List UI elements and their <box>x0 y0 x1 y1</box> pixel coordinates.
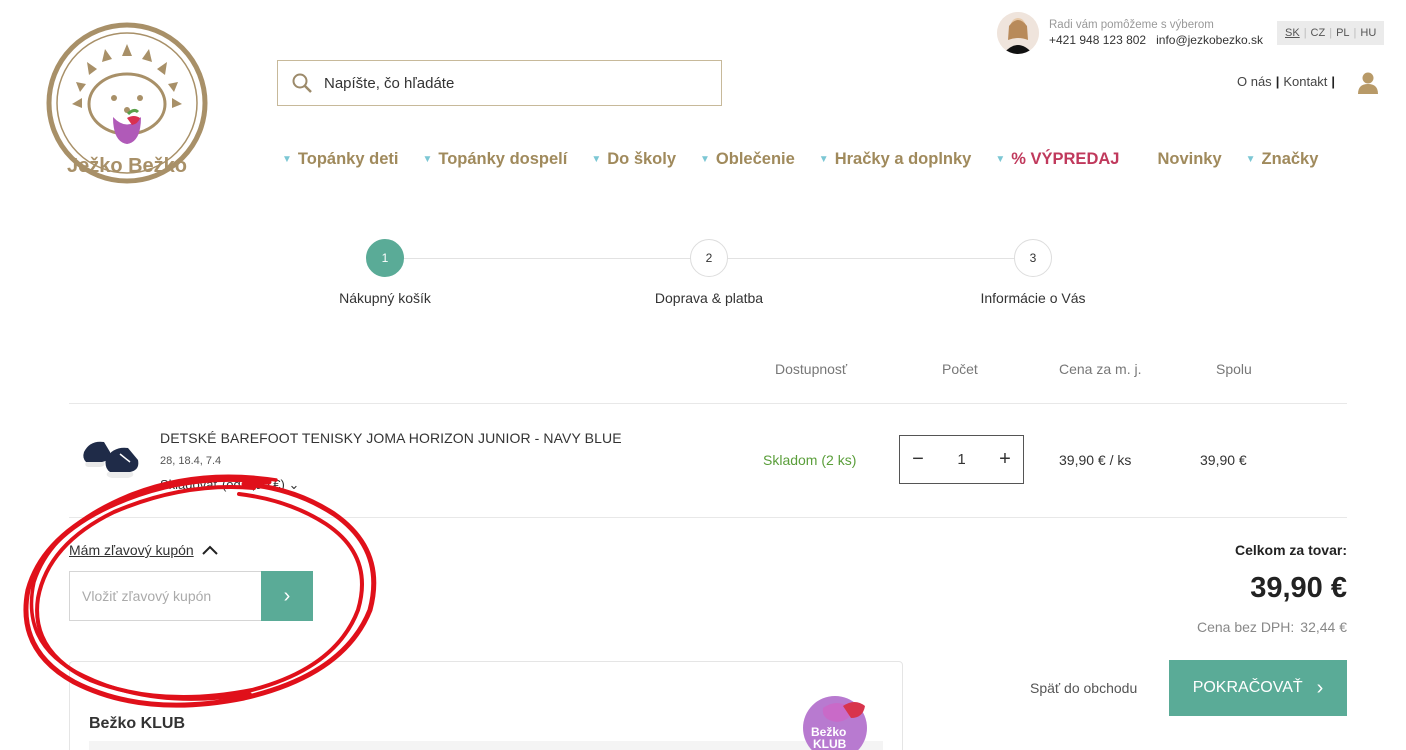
step-1-circle[interactable]: 1 <box>366 239 404 277</box>
back-to-shop-link[interactable]: Späť do obchodu <box>1030 680 1137 696</box>
product-service-dropdown[interactable]: Skladovať (od 6,90 €) ⌄ <box>160 477 299 493</box>
contact-help-text: Radi vám pomôžeme s výberom <box>1049 19 1214 31</box>
nav-label: % VÝPREDAJ <box>1011 150 1120 168</box>
step-1-label: Nákupný košík <box>339 290 431 306</box>
nav-item-adult-shoes[interactable]: ▼ Topánky dospelí <box>422 150 567 169</box>
divider <box>69 517 1347 518</box>
step-2-circle[interactable]: 2 <box>690 239 728 277</box>
dropdown-triangle-icon: ▼ <box>700 154 710 165</box>
main-nav: ▼ Topánky deti ▼ Topánky dospelí ▼ Do školy… <box>282 150 1342 169</box>
avatar <box>997 12 1039 54</box>
availability-status: Skladom (2 ks) <box>763 452 857 468</box>
step-3-circle[interactable]: 3 <box>1014 239 1052 277</box>
language-switcher: SK | CZ | PL | HU <box>1277 21 1385 45</box>
total-value: 39,90 € <box>1250 572 1347 604</box>
product-image[interactable] <box>80 432 142 480</box>
column-header-total: Spolu <box>1216 361 1252 377</box>
search-bar[interactable] <box>277 60 722 106</box>
user-icon[interactable] <box>1358 72 1378 94</box>
nav-label: Oblečenie <box>715 150 795 168</box>
chevron-up-icon <box>201 545 218 555</box>
quantity-stepper[interactable]: − 1 + <box>899 435 1024 484</box>
nav-label: Topánky deti <box>297 150 399 168</box>
step-2-label: Doprava & platba <box>654 290 764 306</box>
divider <box>69 403 1347 404</box>
logo-text: Ježko Bežko <box>67 155 187 177</box>
nav-label: Novinky <box>1157 150 1222 168</box>
brand-logo[interactable]: Ježko Bežko <box>46 22 208 184</box>
nav-item-toys[interactable]: ▼ Hračky a doplnky <box>819 150 972 169</box>
coupon-input[interactable] <box>69 571 262 621</box>
nav-item-brands[interactable]: ▼ Značky <box>1246 150 1319 169</box>
nav-label: Značky <box>1261 150 1319 168</box>
divider: | <box>1275 74 1280 89</box>
decrease-qty-button[interactable]: − <box>910 448 926 471</box>
klub-badge-line2: KLUB <box>813 737 847 750</box>
lang-sk[interactable]: SK <box>1281 27 1304 39</box>
step-3-label: Informácie o Vás <box>980 290 1086 306</box>
apply-coupon-button[interactable]: › <box>261 571 313 621</box>
unit-price: 39,90 € / ks <box>1059 452 1132 468</box>
total-label: Celkom za tovar: <box>1234 542 1347 558</box>
nav-item-school[interactable]: ▼ Do školy <box>591 150 676 169</box>
lang-pl[interactable]: PL <box>1332 27 1353 39</box>
column-header-availability: Dostupnosť <box>775 361 848 377</box>
lang-cz[interactable]: CZ <box>1307 27 1330 39</box>
contact-info: Radi vám pomôžeme s výberom +421 948 123… <box>997 12 1263 54</box>
search-input[interactable] <box>324 74 704 92</box>
top-links: O nás | Kontakt | <box>1237 74 1339 89</box>
contact-email[interactable]: info@jezkobezko.sk <box>1156 33 1263 47</box>
dropdown-triangle-icon: ▼ <box>591 154 602 165</box>
chevron-right-icon: › <box>1316 676 1324 699</box>
nav-item-news[interactable]: Novinky <box>1157 150 1221 169</box>
net-price: Cena bez DPH: 32,44 € <box>1197 619 1347 635</box>
contact-link[interactable]: Kontakt <box>1283 74 1327 89</box>
product-variant: 28, 18.4, 7.4 <box>160 455 222 467</box>
net-price-value: 32,44 € <box>1300 619 1347 635</box>
dropdown-triangle-icon: ▼ <box>995 154 1006 165</box>
coupon-toggle[interactable]: Mám zľavový kupón <box>69 542 218 558</box>
contact-phone[interactable]: +421 948 123 802 <box>1049 33 1146 47</box>
nav-item-clothing[interactable]: ▼ Oblečenie <box>700 150 795 169</box>
chevron-down-icon: ⌄ <box>288 477 300 492</box>
continue-label: POKRAČOVAŤ <box>1192 679 1303 696</box>
nav-label: Hračky a doplnky <box>834 150 972 168</box>
lang-hu[interactable]: HU <box>1356 27 1380 39</box>
service-label: Skladovať (od 6,90 €) <box>160 477 285 492</box>
quantity-value[interactable]: 1 <box>957 451 965 468</box>
chevron-right-icon: › <box>283 584 291 607</box>
coupon-toggle-label: Mám zľavový kupón <box>69 542 194 558</box>
klub-badge-icon: Bežko KLUB <box>803 696 867 750</box>
about-link[interactable]: O nás <box>1237 74 1272 89</box>
dropdown-triangle-icon: ▼ <box>282 154 292 165</box>
column-header-qty: Počet <box>942 361 978 377</box>
dropdown-triangle-icon: ▼ <box>1245 154 1256 165</box>
dropdown-triangle-icon: ▼ <box>422 154 433 165</box>
klub-content-strip <box>89 741 883 750</box>
increase-qty-button[interactable]: + <box>997 448 1013 471</box>
dropdown-triangle-icon: ▼ <box>818 154 829 165</box>
klub-panel <box>69 661 903 750</box>
nav-item-sale[interactable]: ▼ % VÝPREDAJ <box>995 150 1119 169</box>
nav-item-kids-shoes[interactable]: ▼ Topánky deti <box>282 150 398 169</box>
column-header-unit-price: Cena za m. j. <box>1059 361 1142 377</box>
line-total: 39,90 € <box>1200 452 1247 468</box>
search-icon <box>292 73 312 93</box>
continue-button[interactable]: POKRAČOVAŤ › <box>1169 660 1347 716</box>
klub-title: Bežko KLUB <box>89 715 186 732</box>
divider: | <box>1331 74 1336 89</box>
nav-label: Topánky dospelí <box>438 150 568 168</box>
nav-label: Do školy <box>607 150 677 168</box>
net-price-label: Cena bez DPH: <box>1197 619 1295 635</box>
product-name[interactable]: DETSKÉ BAREFOOT TENISKY JOMA HORIZON JUN… <box>160 430 622 446</box>
